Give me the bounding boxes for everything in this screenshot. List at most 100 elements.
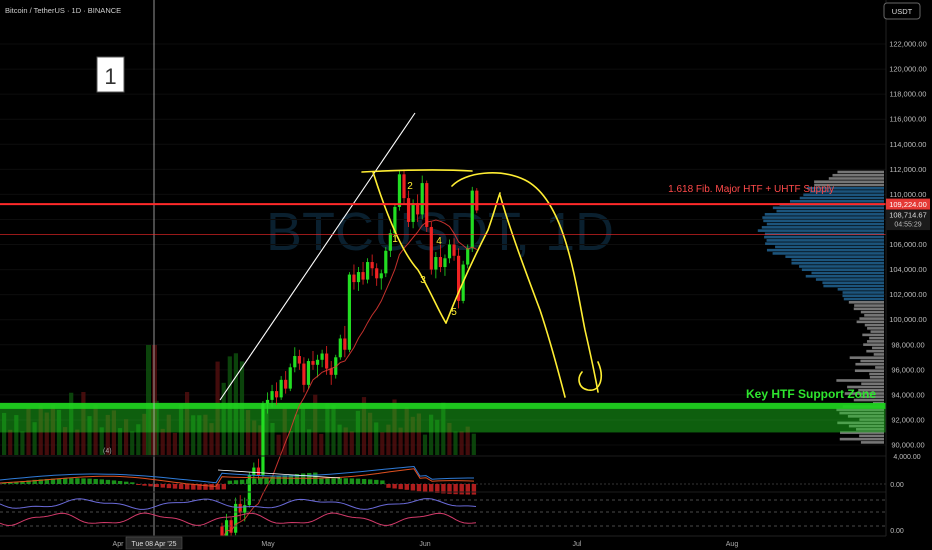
macd-histogram-bar [142,484,147,486]
time-label-may: May [261,541,275,548]
macd-histogram-bar [471,484,477,495]
candle-body [252,467,256,476]
volume-bar [276,434,281,455]
volume-profile-bar [866,349,884,353]
rsi-zero-label: 0.00 [890,528,904,535]
candle-body [352,274,356,283]
macd-histogram-bar [136,484,141,486]
volume-bar [8,429,13,455]
macd-histogram-bar [209,484,214,490]
time-label-apr: Apr [113,541,125,548]
price-tick-label: 92,000.00 [891,415,924,424]
candle [384,247,388,278]
macd-histogram-bar [252,478,257,484]
support-zone-edge [0,402,886,409]
macd-histogram-bar [69,478,74,484]
volume-profile-bar [766,248,884,252]
volume-profile-bar [837,170,884,174]
candle [261,401,265,479]
volume-profile-bar [772,206,884,210]
candle-body [402,174,406,199]
volume-profile-bar [822,281,884,285]
macd-histogram-bar [130,482,135,484]
chart-number-badge-text: 1 [104,64,116,89]
price-tick-label: 114,000.00 [890,140,927,149]
candle-body [311,361,315,365]
wave-label-2: 2 [407,181,413,192]
symbol-header[interactable]: Bitcoin / TetherUS · 1D · BINANCE [5,6,121,15]
candle-body [256,467,260,476]
macd-histogram-bar [246,479,251,484]
macd-histogram-bar [203,484,208,490]
price-tick-label: 96,000.00 [891,365,924,374]
macd-top-label: 4,000.00 [893,454,920,461]
volume-profile-bar [775,245,884,249]
volume-bar [380,432,385,455]
candle-body [284,379,288,389]
macd-histogram-bar [258,477,263,484]
volume-bar [453,431,458,455]
volume-profile-bar [870,330,884,333]
macd-histogram-bar [148,484,153,487]
candle-body [293,356,297,368]
volume-profile-bar [842,291,884,294]
volume-profile-bar [848,300,884,304]
price-tick-label: 98,000.00 [891,340,924,349]
volume-profile-bar [801,268,884,272]
candle-body [406,198,411,222]
macd-histogram-bar [276,475,281,484]
macd-histogram-bar [343,478,348,484]
volume-profile-bar [785,255,884,258]
candle-body [443,258,447,268]
candle-body [315,359,320,365]
crosshair-time-text: Tue 08 Apr '25 [131,541,176,548]
candle [470,186,474,253]
volume-profile-bar [855,362,884,366]
price-tick-label: 112,000.00 [890,165,927,174]
volume-profile-bar [764,213,884,216]
macd-histogram-bar [331,478,336,484]
macd-histogram-bar [172,484,178,489]
candle-body [338,338,342,358]
candle-body [288,367,292,389]
candle-body [452,244,456,256]
candle-body [270,391,274,400]
candle-body [343,338,347,350]
macd-histogram-bar [337,478,342,484]
candle-body [356,272,361,283]
candle-body [411,203,415,222]
volume-profile-bar [766,222,884,226]
price-tick-label: 122,000.00 [889,40,927,49]
candle-body [470,190,474,249]
volume-bar [459,431,464,455]
price-tick-label: 116,000.00 [890,115,927,124]
quote-currency-button[interactable]: USDT [883,2,921,20]
candle [347,272,351,353]
macd-histogram-bar [233,480,239,484]
macd-histogram-bar [361,478,367,484]
crosshair-time-tag: Tue 08 Apr '25 [125,536,183,550]
candle [338,334,342,360]
macd-histogram-bar [380,480,385,484]
macd-histogram-bar [300,473,306,484]
macd-histogram-bar [117,481,123,484]
candle [457,248,461,309]
chart-canvas: BTCUSDT, 1D 1 2 3 4 5 1.618 Fib. Major H… [0,0,932,550]
candle-body [297,356,301,364]
volume-profile-bar [859,434,884,438]
candle-body [275,391,279,398]
macd-histogram-bar [166,484,172,489]
volume-profile-bar [789,199,884,203]
volume-profile-bar [869,372,884,376]
volume-profile-bar [864,323,884,327]
macd-histogram-bar [282,475,287,484]
volume-profile-bar [839,437,884,441]
volume-profile-bar [757,229,884,232]
candle-body [434,257,438,270]
candle-body [265,399,270,404]
volume-bar [422,434,428,455]
candle-body [234,503,238,533]
price-tick-label: 102,000.00 [889,290,927,299]
volume-profile-bar [837,287,884,291]
last-price-tag: 108,714.67 04:55:29 [886,210,930,231]
